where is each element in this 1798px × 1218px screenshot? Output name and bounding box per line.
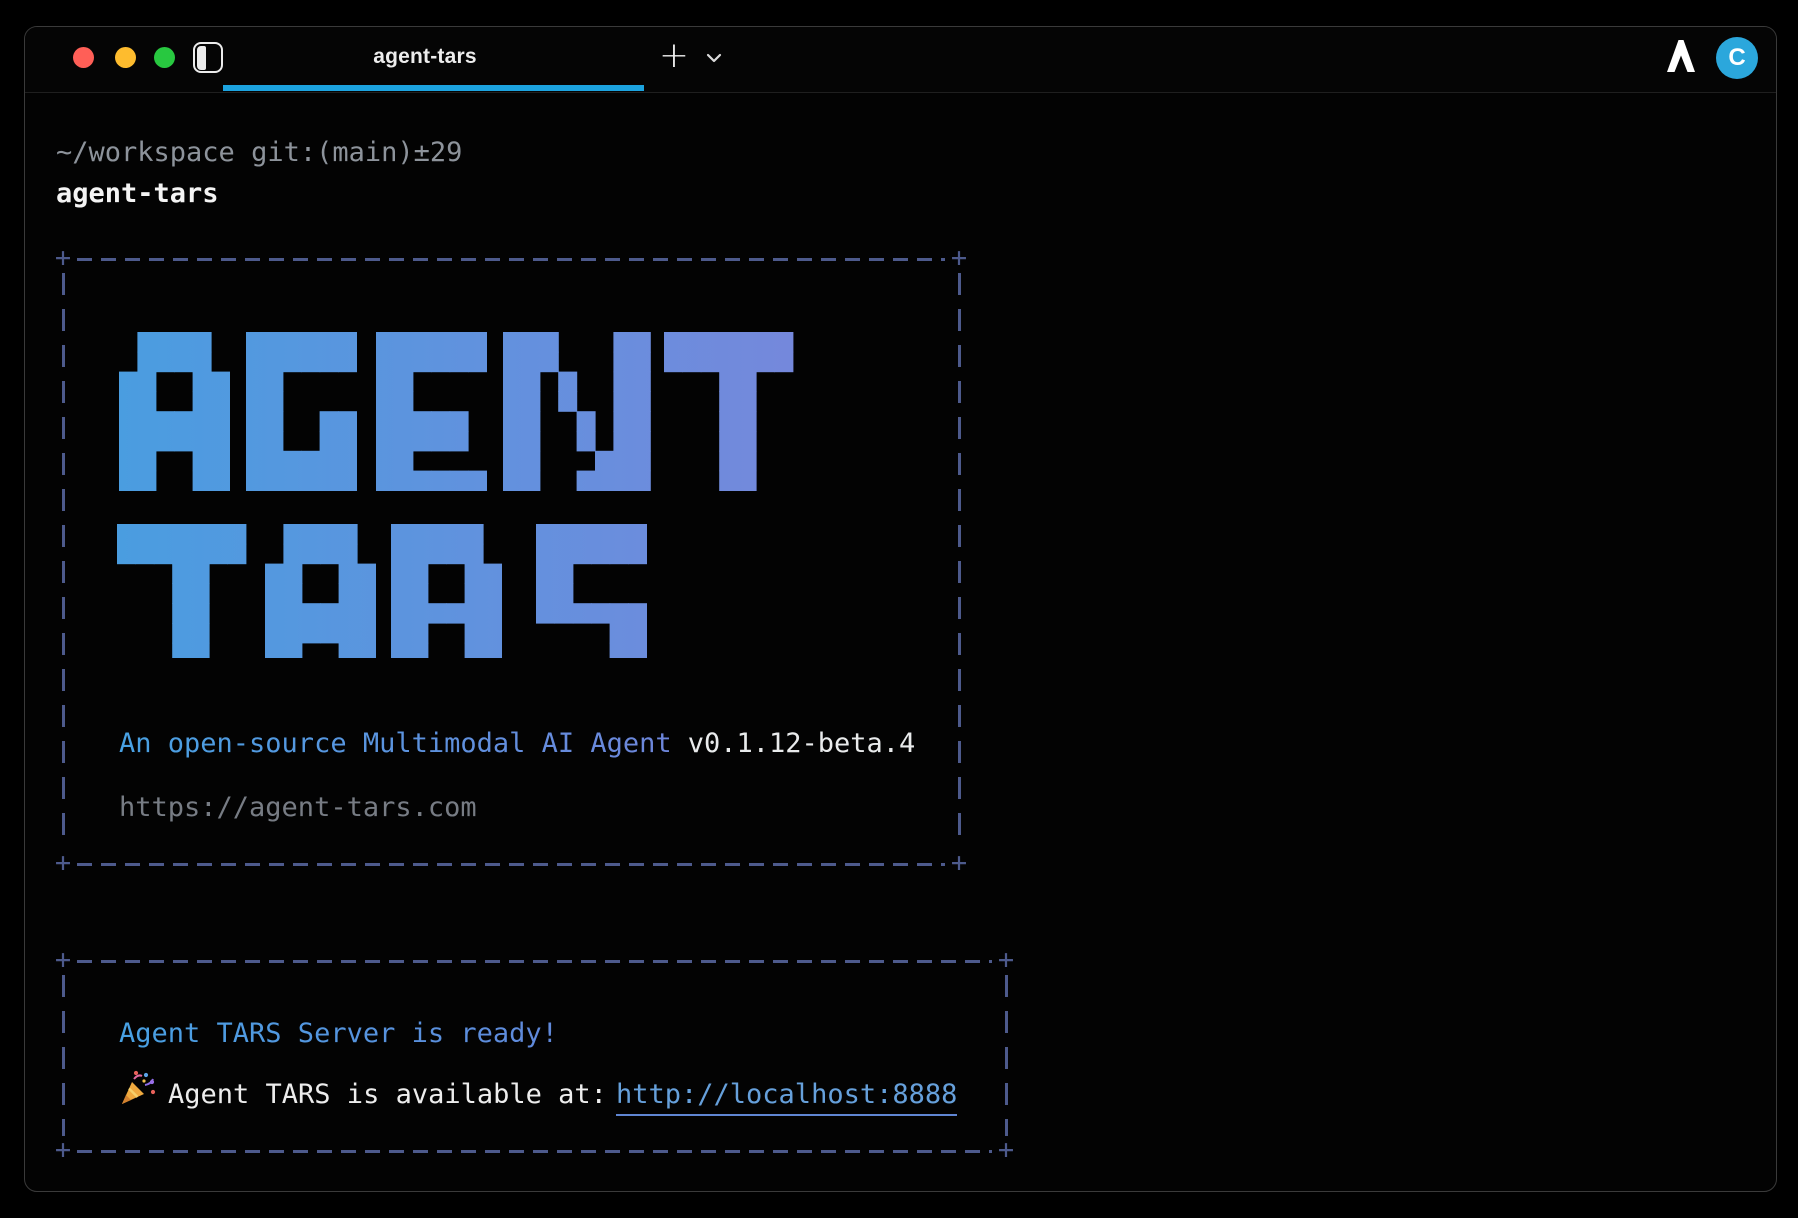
tab-agent-tars[interactable]: agent-tars <box>373 45 477 69</box>
banner-tagline-line: An open-source Multimodal AI Agent v0.1.1… <box>119 728 915 759</box>
warp-logo-icon[interactable] <box>1667 40 1695 73</box>
sidebar-toggle-icon[interactable] <box>193 42 223 73</box>
banner-box-corner: + <box>55 244 71 271</box>
minimize-window-button[interactable] <box>115 47 136 68</box>
server-box-corner: + <box>998 946 1014 973</box>
banner-box-corner: + <box>951 849 967 876</box>
localhost-link[interactable]: http://localhost:8888 <box>616 1079 957 1116</box>
sidebar-toggle-fill <box>197 46 206 70</box>
server-box-border-left <box>62 975 65 1136</box>
terminal-window: agent-tars + C ~/workspace git:(main)±29… <box>24 26 1777 1192</box>
banner-version: v0.1.12-beta.4 <box>688 728 916 759</box>
tab-bar: agent-tars + C <box>25 27 1776 93</box>
party-popper-emoji <box>119 1069 157 1107</box>
server-ready-message: Agent TARS Server is ready! <box>119 1018 558 1049</box>
banner-box-border-left <box>62 273 65 849</box>
banner-website-url: https://agent-tars.com <box>119 792 477 823</box>
banner-tagline: An open-source Multimodal AI Agent <box>119 728 672 759</box>
server-box-border-bottom <box>77 1150 992 1153</box>
close-window-button[interactable] <box>73 47 94 68</box>
shell-prompt: ~/workspace git:(main)±29 <box>56 137 462 168</box>
server-ready-text: Agent TARS Server is ready! <box>119 1018 558 1049</box>
shell-command: agent-tars <box>56 178 219 209</box>
banner-box-border-bottom <box>77 863 945 866</box>
user-avatar[interactable]: C <box>1716 37 1758 79</box>
zoom-window-button[interactable] <box>154 47 175 68</box>
chevron-down-icon[interactable] <box>706 53 722 64</box>
active-tab-underline <box>223 85 644 91</box>
new-tab-button[interactable]: + <box>659 38 689 74</box>
agent-tars-ascii-logo <box>117 306 799 658</box>
server-box-border-right <box>1005 975 1008 1136</box>
banner-box-border-right <box>958 273 961 849</box>
banner-box-border-top <box>77 258 945 261</box>
banner-box-corner: + <box>951 244 967 271</box>
server-available-text: Agent TARS is available at: <box>168 1079 607 1110</box>
server-box-corner: + <box>55 946 71 973</box>
server-box-corner: + <box>55 1136 71 1163</box>
banner-box-corner: + <box>55 849 71 876</box>
server-box-corner: + <box>998 1136 1014 1163</box>
server-box-border-top <box>77 960 992 963</box>
